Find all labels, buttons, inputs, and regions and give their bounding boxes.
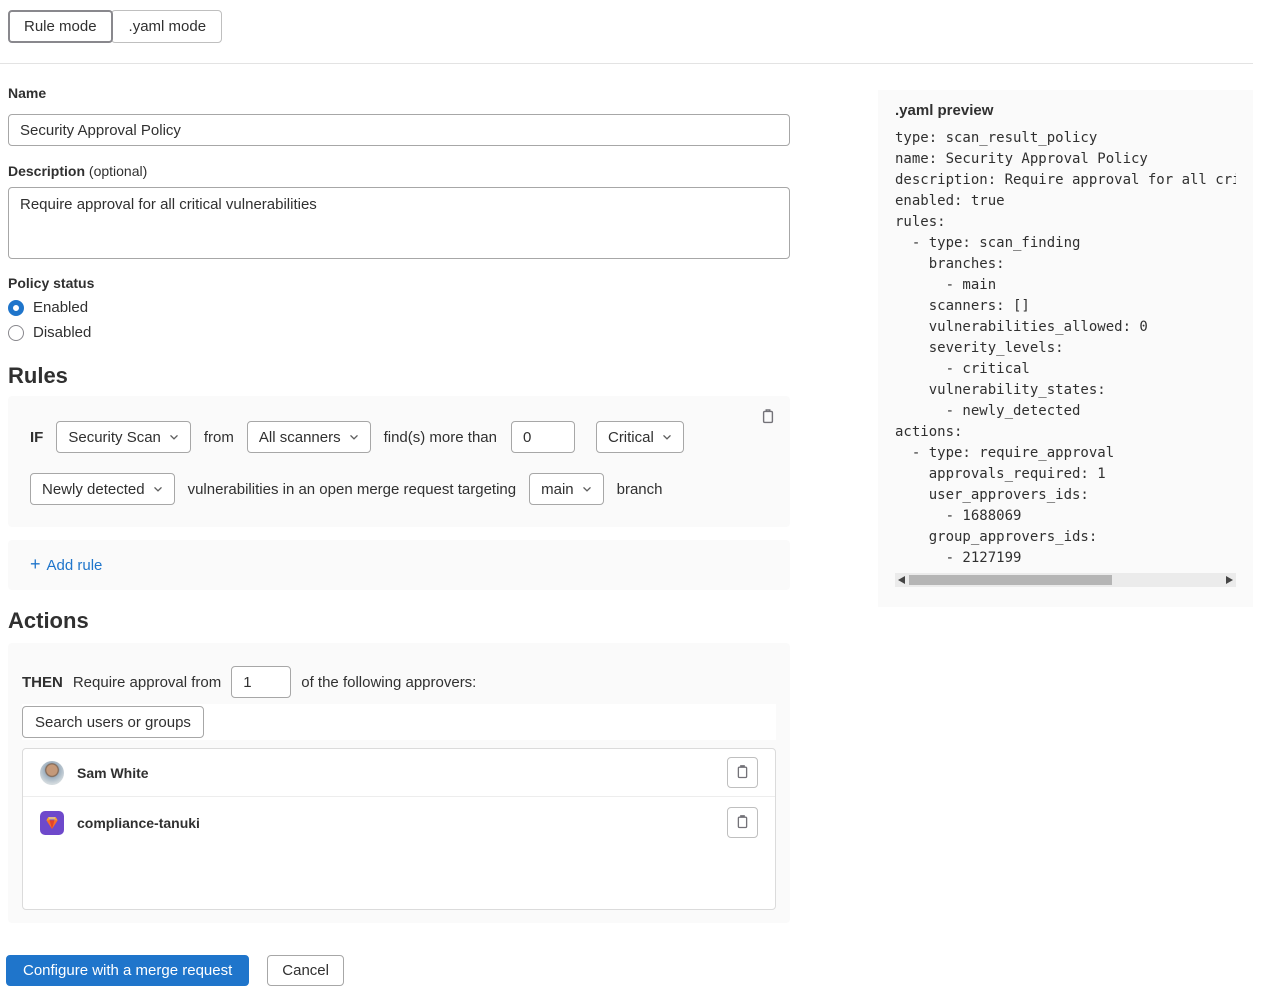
approver-search-strip: Search users or groups xyxy=(22,704,776,740)
approver-name: compliance-tanuki xyxy=(77,815,200,831)
scan-type-value: Security Scan xyxy=(68,429,161,446)
rule-card: IF Security Scan from All scanners xyxy=(8,396,790,527)
add-rule-button[interactable]: Add rule xyxy=(30,557,102,574)
approvers-suffix-label: of the following approvers: xyxy=(301,674,476,691)
remove-approver-button[interactable] xyxy=(727,757,758,788)
chevron-down-icon xyxy=(662,432,672,442)
approver-list: Sam White xyxy=(22,748,776,910)
scroll-right-arrow-icon[interactable] xyxy=(1226,576,1233,584)
chevron-down-icon xyxy=(349,432,359,442)
trash-icon xyxy=(760,412,776,427)
yaml-preview-panel: .yaml preview type: scan_result_policy n… xyxy=(878,90,1253,607)
scrollbar-thumb[interactable] xyxy=(909,575,1112,585)
actions-heading: Actions xyxy=(8,608,790,634)
plus-icon xyxy=(30,557,41,574)
remove-approver-button[interactable] xyxy=(727,807,758,838)
vulnerability-state-dropdown[interactable]: Newly detected xyxy=(30,473,175,505)
mode-tabs: Rule mode .yaml mode xyxy=(8,10,1264,43)
scanners-value: All scanners xyxy=(259,429,341,446)
scroll-left-arrow-icon[interactable] xyxy=(898,576,905,584)
require-approval-label: Require approval from xyxy=(73,674,221,691)
form-footer: Configure with a merge request Cancel xyxy=(6,955,790,986)
severity-value: Critical xyxy=(608,429,654,446)
from-label: from xyxy=(204,429,234,446)
if-keyword: IF xyxy=(30,429,43,446)
state-value: Newly detected xyxy=(42,481,145,498)
tab-rule-mode[interactable]: Rule mode xyxy=(8,10,113,43)
approver-row-user: Sam White xyxy=(23,749,775,796)
branch-suffix-label: branch xyxy=(617,481,663,498)
yaml-horizontal-scrollbar[interactable] xyxy=(895,573,1236,587)
severity-dropdown[interactable]: Critical xyxy=(596,421,684,453)
approvals-required-input[interactable] xyxy=(231,666,291,698)
delete-rule-button[interactable] xyxy=(756,404,780,431)
finds-more-than-label: find(s) more than xyxy=(384,429,497,446)
branch-value: main xyxy=(541,481,574,498)
description-input[interactable]: Require approval for all critical vulner… xyxy=(8,187,790,259)
action-require-line: THEN Require approval from of the follow… xyxy=(22,666,776,698)
trash-icon xyxy=(735,814,750,832)
yaml-code: type: scan_result_policy name: Security … xyxy=(895,128,1236,569)
status-option-enabled[interactable]: Enabled xyxy=(8,299,790,316)
description-optional-text: (optional) xyxy=(85,163,147,179)
radio-selected-icon[interactable] xyxy=(8,300,24,316)
scan-type-dropdown[interactable]: Security Scan xyxy=(56,421,191,453)
tab-yaml-mode[interactable]: .yaml mode xyxy=(111,10,223,43)
trash-icon xyxy=(735,764,750,782)
avatar xyxy=(40,811,64,835)
chevron-down-icon xyxy=(153,484,163,494)
name-input[interactable] xyxy=(8,114,790,146)
name-label: Name xyxy=(8,85,790,101)
vulnerabilities-allowed-input[interactable] xyxy=(511,421,575,453)
policy-status-label: Policy status xyxy=(8,275,790,291)
avatar xyxy=(40,761,64,785)
rule-condition-line-1: IF Security Scan from All scanners xyxy=(30,421,768,453)
configure-merge-request-button[interactable]: Configure with a merge request xyxy=(6,955,249,986)
status-option-disabled[interactable]: Disabled xyxy=(8,324,790,341)
description-label: Description (optional) xyxy=(8,163,790,179)
status-enabled-label: Enabled xyxy=(33,299,88,316)
approver-name: Sam White xyxy=(77,765,149,781)
action-card: THEN Require approval from of the follow… xyxy=(8,643,790,923)
approver-row-group: compliance-tanuki xyxy=(23,796,775,848)
add-rule-label: Add rule xyxy=(47,557,103,574)
chevron-down-icon xyxy=(582,484,592,494)
rule-condition-line-2: Newly detected vulnerabilities in an ope… xyxy=(30,473,768,505)
cancel-button[interactable]: Cancel xyxy=(267,955,344,986)
policy-form: Name Description (optional) Require appr… xyxy=(8,64,790,986)
rules-heading: Rules xyxy=(8,363,790,389)
branch-dropdown[interactable]: main xyxy=(529,473,604,505)
yaml-preview-title: .yaml preview xyxy=(895,102,1236,119)
description-label-text: Description xyxy=(8,163,85,179)
status-disabled-label: Disabled xyxy=(33,324,91,341)
scanners-dropdown[interactable]: All scanners xyxy=(247,421,371,453)
approver-search-input[interactable]: Search users or groups xyxy=(22,706,204,738)
policy-editor-page: Rule mode .yaml mode Name Description (o… xyxy=(0,0,1264,1006)
chevron-down-icon xyxy=(169,432,179,442)
targeting-label: vulnerabilities in an open merge request… xyxy=(188,481,517,498)
radio-unselected-icon[interactable] xyxy=(8,325,24,341)
add-rule-panel: Add rule xyxy=(8,540,790,590)
then-keyword: THEN xyxy=(22,674,63,691)
